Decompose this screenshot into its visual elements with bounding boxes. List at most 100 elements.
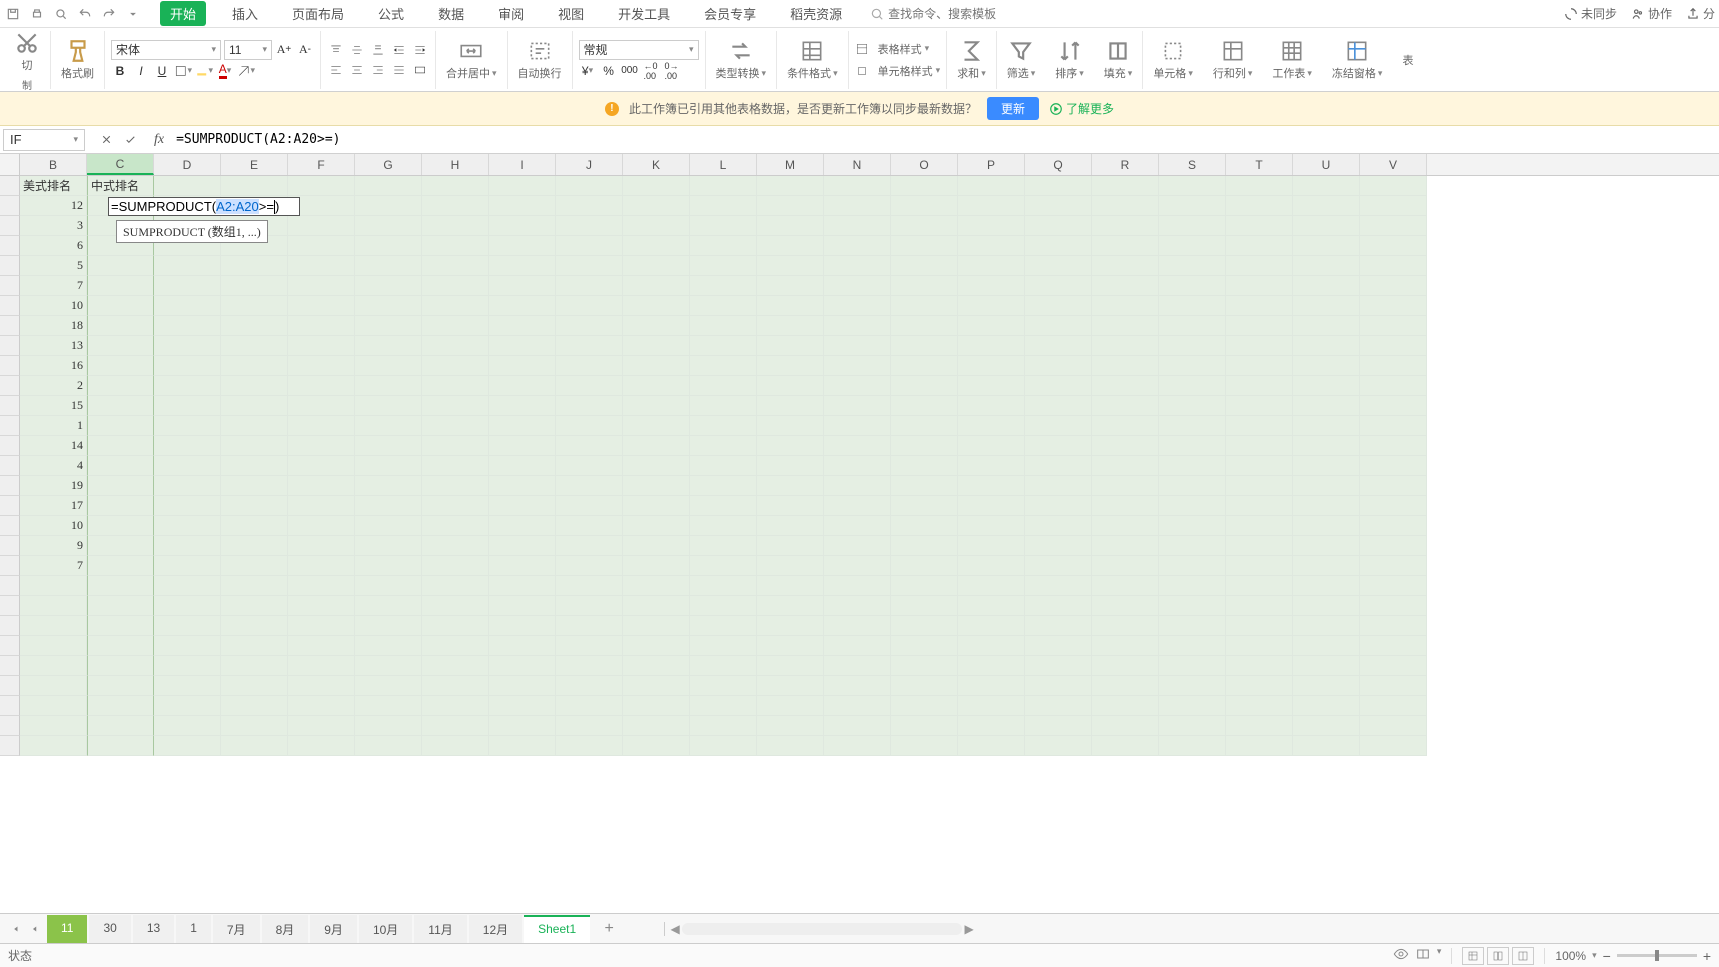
cell[interactable] <box>1360 556 1427 576</box>
cell[interactable] <box>1025 516 1092 536</box>
cell[interactable] <box>757 696 824 716</box>
cell[interactable] <box>556 636 623 656</box>
cell[interactable] <box>891 436 958 456</box>
cell[interactable] <box>891 376 958 396</box>
cut-button[interactable]: 切 <box>10 28 44 75</box>
cell[interactable] <box>757 516 824 536</box>
cell[interactable] <box>891 216 958 236</box>
cell-editor[interactable]: =SUMPRODUCT(A2:A20>=) <box>108 197 300 216</box>
cell[interactable] <box>1092 596 1159 616</box>
cell[interactable] <box>288 476 355 496</box>
cell[interactable] <box>489 536 556 556</box>
cell[interactable] <box>623 676 690 696</box>
cell[interactable] <box>288 236 355 256</box>
cell[interactable] <box>1025 536 1092 556</box>
cell[interactable] <box>690 356 757 376</box>
cell[interactable] <box>154 276 221 296</box>
cell[interactable] <box>891 176 958 196</box>
row-header[interactable] <box>0 496 20 516</box>
cell[interactable] <box>958 596 1025 616</box>
cell[interactable] <box>757 576 824 596</box>
cell[interactable] <box>1226 356 1293 376</box>
cell[interactable] <box>824 176 891 196</box>
row-header[interactable] <box>0 696 20 716</box>
cell[interactable] <box>288 676 355 696</box>
cell[interactable] <box>87 416 154 436</box>
cell[interactable] <box>556 376 623 396</box>
cell[interactable] <box>87 496 154 516</box>
cell[interactable]: 中式排名 <box>87 176 154 196</box>
cell[interactable] <box>891 616 958 636</box>
cell[interactable] <box>1092 696 1159 716</box>
search-input[interactable] <box>888 7 1008 21</box>
cell[interactable] <box>221 436 288 456</box>
cell[interactable] <box>824 636 891 656</box>
cell[interactable] <box>87 476 154 496</box>
cell[interactable] <box>1293 616 1360 636</box>
cell[interactable] <box>690 716 757 736</box>
cell[interactable] <box>690 416 757 436</box>
cell[interactable] <box>690 636 757 656</box>
cell[interactable] <box>1226 656 1293 676</box>
cell[interactable] <box>958 716 1025 736</box>
cell[interactable] <box>1159 356 1226 376</box>
cell[interactable] <box>824 276 891 296</box>
row-header[interactable] <box>0 376 20 396</box>
cell[interactable] <box>154 716 221 736</box>
cell[interactable] <box>1293 576 1360 596</box>
cell[interactable] <box>891 556 958 576</box>
align-left-icon[interactable] <box>327 61 345 79</box>
cell[interactable] <box>1360 596 1427 616</box>
zoom-in-button[interactable]: + <box>1703 948 1711 964</box>
cell[interactable] <box>1226 236 1293 256</box>
cell[interactable] <box>154 416 221 436</box>
merge-center-button[interactable]: 合并居中▾ <box>442 36 501 83</box>
cell[interactable] <box>556 176 623 196</box>
cell[interactable] <box>690 376 757 396</box>
row-header[interactable] <box>0 336 20 356</box>
cell[interactable] <box>623 696 690 716</box>
cell[interactable] <box>690 256 757 276</box>
cell[interactable] <box>288 736 355 756</box>
cell[interactable] <box>958 436 1025 456</box>
row-header[interactable] <box>0 176 20 196</box>
cell[interactable] <box>87 276 154 296</box>
cell[interactable] <box>958 356 1025 376</box>
cell[interactable] <box>824 396 891 416</box>
cell[interactable] <box>690 296 757 316</box>
row-header[interactable] <box>0 216 20 236</box>
cell[interactable] <box>958 656 1025 676</box>
cell[interactable] <box>1293 256 1360 276</box>
menu-tab-开始[interactable]: 开始 <box>160 1 206 26</box>
cell[interactable] <box>1025 396 1092 416</box>
cell[interactable] <box>690 236 757 256</box>
cell[interactable] <box>154 476 221 496</box>
cell[interactable] <box>1159 656 1226 676</box>
cell[interactable] <box>1360 216 1427 236</box>
cell[interactable] <box>422 356 489 376</box>
cell[interactable] <box>1360 376 1427 396</box>
cell[interactable] <box>1293 296 1360 316</box>
cell[interactable] <box>623 236 690 256</box>
cell[interactable] <box>1092 176 1159 196</box>
cell[interactable] <box>154 596 221 616</box>
cell[interactable] <box>489 716 556 736</box>
cell[interactable] <box>288 256 355 276</box>
cell[interactable] <box>1360 236 1427 256</box>
cell[interactable] <box>757 376 824 396</box>
cell[interactable] <box>891 596 958 616</box>
learn-more-link[interactable]: 了解更多 <box>1049 100 1114 117</box>
italic-icon[interactable]: I <box>132 62 150 80</box>
col-header-M[interactable]: M <box>757 154 824 175</box>
qa-dropdown-icon[interactable] <box>124 5 142 23</box>
col-header-F[interactable]: F <box>288 154 355 175</box>
cell[interactable] <box>20 656 87 676</box>
col-header-R[interactable]: R <box>1092 154 1159 175</box>
cell[interactable] <box>891 316 958 336</box>
cell[interactable] <box>288 636 355 656</box>
cell[interactable] <box>958 376 1025 396</box>
row-header[interactable] <box>0 656 20 676</box>
cell[interactable] <box>1159 456 1226 476</box>
cell[interactable] <box>355 336 422 356</box>
cell[interactable] <box>824 676 891 696</box>
